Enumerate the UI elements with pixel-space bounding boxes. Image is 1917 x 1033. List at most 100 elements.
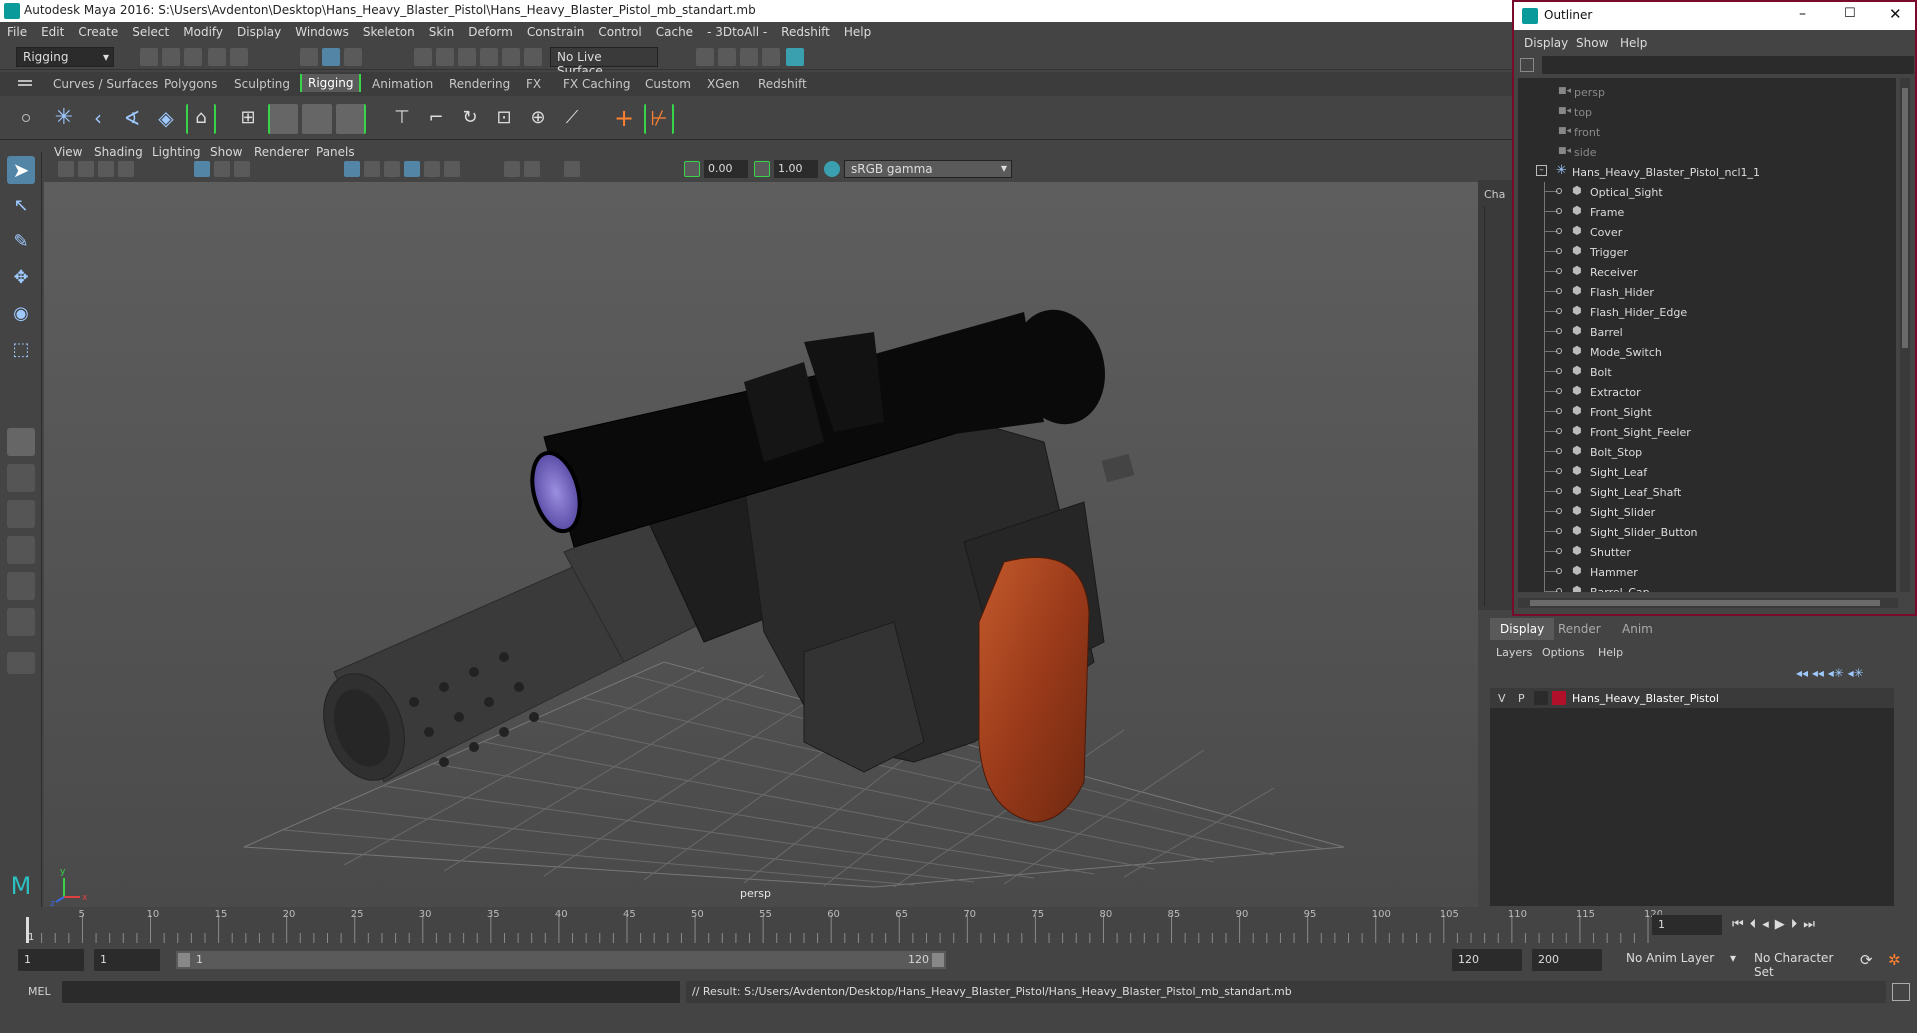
list-item-mesh[interactable]: ⬢ Sight_Leaf_Shaft bbox=[1518, 482, 1896, 502]
expand-dot-icon[interactable] bbox=[1556, 288, 1562, 294]
current-frame-field[interactable]: 1 bbox=[1652, 915, 1722, 935]
snap-point-icon[interactable] bbox=[458, 48, 476, 66]
aim-constraint-icon[interactable]: ⌐ bbox=[422, 104, 450, 132]
command-language-toggle[interactable]: MEL bbox=[28, 985, 51, 998]
wireframe-icon[interactable] bbox=[344, 161, 360, 177]
image-plane-icon[interactable] bbox=[118, 161, 134, 177]
list-item-mesh[interactable]: ⬢ Bolt_Stop bbox=[1518, 442, 1896, 462]
outliner-menu-show[interactable]: Show bbox=[1576, 36, 1608, 50]
range-start-handle[interactable] bbox=[178, 953, 190, 967]
list-item-camera[interactable]: ■◂ side bbox=[1518, 142, 1896, 162]
save-scene-icon[interactable] bbox=[184, 48, 202, 66]
locator-icon[interactable]: + bbox=[610, 104, 638, 132]
exposure-field[interactable]: 0.00 bbox=[704, 160, 748, 178]
time-ruler[interactable]: 5 10 15 20 25 30 35 40 45 50 55 60 65 70 75 80 85 90 95 100… bbox=[22, 907, 1662, 945]
list-item-mesh[interactable]: ⬢ Extractor bbox=[1518, 382, 1896, 402]
tab-rendering[interactable]: Rendering bbox=[449, 77, 510, 91]
layout-graph-icon[interactable] bbox=[7, 572, 35, 600]
redo-icon[interactable] bbox=[230, 48, 248, 66]
range-bar[interactable]: 1 120 bbox=[176, 951, 946, 969]
channel-box-collapsed[interactable]: Cha bbox=[1478, 180, 1512, 610]
expand-dot-icon[interactable] bbox=[1556, 368, 1562, 374]
pole-vector-icon[interactable]: ⟋ bbox=[558, 104, 586, 132]
tab-xgen[interactable]: XGen bbox=[707, 77, 740, 91]
menu-skeleton[interactable]: Skeleton bbox=[356, 22, 422, 39]
tab-redshift[interactable]: Redshift bbox=[758, 77, 807, 91]
menu-display[interactable]: Display bbox=[230, 22, 288, 39]
expand-dot-icon[interactable] bbox=[1556, 428, 1562, 434]
tab-fx-caching[interactable]: FX Caching bbox=[563, 77, 630, 91]
expand-dot-icon[interactable] bbox=[1556, 408, 1562, 414]
auto-key-icon[interactable]: ⟳ bbox=[1860, 951, 1873, 969]
menu-skin[interactable]: Skin bbox=[422, 22, 462, 39]
layer-menu-options[interactable]: Options bbox=[1542, 646, 1584, 659]
panel-menu-shading[interactable]: Shading bbox=[94, 145, 143, 159]
new-scene-icon[interactable] bbox=[140, 48, 158, 66]
list-item-mesh[interactable]: ⬢ Cover bbox=[1518, 222, 1896, 242]
expand-dot-icon[interactable] bbox=[1556, 208, 1562, 214]
list-item-mesh[interactable]: ⬢ Frame bbox=[1518, 202, 1896, 222]
ik-spline-icon[interactable]: ◈ bbox=[152, 104, 180, 132]
camera-attr-icon[interactable] bbox=[78, 161, 94, 177]
playback-start-field[interactable]: 1 bbox=[94, 949, 160, 971]
playback-end-field[interactable]: 120 bbox=[1452, 949, 1522, 971]
animation-start-field[interactable]: 1 bbox=[18, 949, 84, 971]
render-settings-icon[interactable] bbox=[762, 48, 780, 66]
menu-redshift[interactable]: Redshift bbox=[774, 22, 837, 39]
playback-controls[interactable]: ⏮⏴◂▶⏵⏭ bbox=[1732, 917, 1821, 932]
outliner-search-input[interactable] bbox=[1542, 56, 1914, 74]
snap-grid-icon[interactable] bbox=[414, 48, 432, 66]
shelf-menu-icon[interactable] bbox=[18, 80, 32, 82]
list-item-mesh[interactable]: ⬢ Optical_Sight bbox=[1518, 182, 1896, 202]
menu-3dtoall[interactable]: - 3DtoAll - bbox=[700, 22, 774, 39]
list-item-mesh[interactable]: ⬢ Sight_Leaf bbox=[1518, 462, 1896, 482]
channel-box-tab[interactable]: Cha bbox=[1484, 188, 1505, 201]
tab-custom[interactable]: Custom bbox=[645, 77, 691, 91]
layer-menu-help[interactable]: Help bbox=[1598, 646, 1623, 659]
menu-control[interactable]: Control bbox=[591, 22, 648, 39]
cluster-icon[interactable] bbox=[336, 104, 366, 134]
create-joints-icon[interactable]: ✳ bbox=[50, 104, 78, 132]
expand-dot-icon[interactable] bbox=[1556, 388, 1562, 394]
list-item-mesh[interactable]: ⬢ Barrel bbox=[1518, 322, 1896, 342]
layer-visibility-toggle[interactable]: V bbox=[1498, 692, 1506, 705]
list-item-camera[interactable]: ■◂ persp bbox=[1518, 82, 1896, 102]
layout-outliner-icon[interactable] bbox=[7, 536, 35, 564]
outliner-menu-display[interactable]: Display bbox=[1524, 36, 1568, 50]
scale-constraint-icon[interactable]: ⊡ bbox=[490, 104, 518, 132]
lights-icon[interactable] bbox=[404, 161, 420, 177]
menu-deform[interactable]: Deform bbox=[461, 22, 520, 39]
expand-dot-icon[interactable] bbox=[1556, 528, 1562, 534]
list-item-camera[interactable]: ■◂ top bbox=[1518, 102, 1896, 122]
close-icon[interactable]: ✕ bbox=[1889, 5, 1902, 23]
camera-select-icon[interactable] bbox=[58, 161, 74, 177]
menu-create[interactable]: Create bbox=[71, 22, 125, 39]
tab-anim[interactable]: Anim bbox=[1622, 622, 1653, 636]
tab-polygons[interactable]: Polygons bbox=[164, 77, 217, 91]
xray-joints-icon[interactable] bbox=[564, 161, 580, 177]
panel-menu-view[interactable]: View bbox=[54, 145, 82, 159]
tab-render[interactable]: Render bbox=[1558, 622, 1601, 636]
select-hierarchy-icon[interactable] bbox=[300, 48, 318, 66]
menu-edit[interactable]: Edit bbox=[34, 22, 71, 39]
move-tool-icon[interactable]: ✥ bbox=[7, 264, 35, 292]
list-item-mesh[interactable]: ⬢ Front_Sight bbox=[1518, 402, 1896, 422]
snap-view-icon[interactable] bbox=[480, 48, 498, 66]
layer-type-toggle[interactable] bbox=[1534, 691, 1548, 705]
shadows-icon[interactable] bbox=[424, 161, 440, 177]
minimize-icon[interactable]: – bbox=[1799, 6, 1806, 22]
time-slider[interactable]: 5 10 15 20 25 30 35 40 45 50 55 60 65 70 75 80 85 90 95 100… bbox=[0, 907, 1917, 945]
menu-constrain[interactable]: Constrain bbox=[520, 22, 592, 39]
expand-dot-icon[interactable] bbox=[1556, 248, 1562, 254]
tab-fx[interactable]: FX bbox=[526, 77, 541, 91]
list-item-group[interactable]: – ✳ Hans_Heavy_Blaster_Pistol_ncl1_1 bbox=[1518, 162, 1896, 182]
mode-dropdown[interactable]: Rigging ▾ bbox=[16, 47, 114, 67]
bookmark-icon[interactable] bbox=[98, 161, 114, 177]
paint-weights-icon[interactable] bbox=[268, 104, 298, 134]
menu-select[interactable]: Select bbox=[125, 22, 176, 39]
expand-dot-icon[interactable] bbox=[1556, 448, 1562, 454]
list-item-mesh[interactable]: ⬢ Shutter bbox=[1518, 542, 1896, 562]
paint-select-icon[interactable]: ✎ bbox=[7, 228, 35, 256]
expand-dot-icon[interactable] bbox=[1556, 488, 1562, 494]
cluster-handle-icon[interactable]: ⊬ bbox=[644, 104, 674, 134]
